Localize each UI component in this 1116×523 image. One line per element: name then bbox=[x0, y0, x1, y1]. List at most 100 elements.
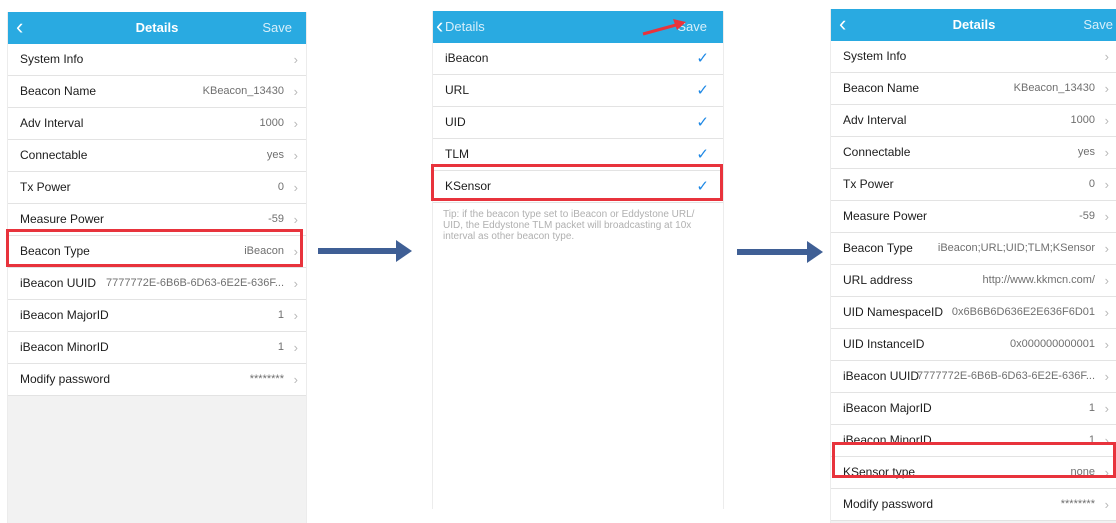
row-ibeacon-uuid[interactable]: iBeacon UUID 7777772E-6B6B-6D63-6E2E-636… bbox=[831, 361, 1116, 393]
left-settings-list: System Info › Beacon Name KBeacon_13430 … bbox=[8, 44, 306, 396]
row-value: 1 bbox=[1088, 402, 1095, 414]
row-label: Measure Power bbox=[843, 209, 928, 223]
row-beacon-name[interactable]: Beacon Name KBeacon_13430 › bbox=[8, 76, 306, 108]
row-label: iBeacon UUID bbox=[843, 369, 920, 383]
type-label: URL bbox=[445, 83, 470, 97]
type-label: UID bbox=[445, 115, 466, 129]
row-ibeacon-majorid[interactable]: iBeacon MajorID 1 › bbox=[831, 393, 1116, 425]
row-uid-instanceid[interactable]: UID InstanceID 0x000000000001 › bbox=[831, 329, 1116, 361]
row-chevron-icon: › bbox=[1104, 305, 1109, 320]
row-modify-password[interactable]: Modify password ******** › bbox=[831, 489, 1116, 521]
row-chevron-icon: › bbox=[293, 276, 298, 291]
row-chevron-icon: › bbox=[1104, 401, 1109, 416]
row-label: Tx Power bbox=[20, 180, 71, 194]
row-label: System Info bbox=[843, 49, 907, 63]
row-label: Tx Power bbox=[843, 177, 894, 191]
row-ibeacon-minorid[interactable]: iBeacon MinorID 1 › bbox=[8, 332, 306, 364]
row-label: URL address bbox=[843, 273, 913, 287]
row-label: Modify password bbox=[20, 372, 111, 386]
row-value: http://www.kkmcn.com/ bbox=[982, 274, 1095, 286]
row-adv-interval[interactable]: Adv Interval 1000 › bbox=[831, 105, 1116, 137]
type-label: iBeacon bbox=[445, 51, 489, 65]
ksensor-type-highlight bbox=[832, 442, 1116, 478]
row-tx-power[interactable]: Tx Power 0 › bbox=[8, 172, 306, 204]
type-option-url[interactable]: URL ✓ bbox=[433, 75, 723, 107]
row-value: 1 bbox=[277, 341, 284, 353]
beacon-type-tip: Tip: if the beacon type set to iBeacon o… bbox=[433, 203, 723, 242]
beacon-type-highlight bbox=[6, 229, 303, 267]
back-chevron-icon[interactable]: ‹ bbox=[436, 14, 443, 38]
row-label: iBeacon MinorID bbox=[20, 340, 109, 354]
row-chevron-icon: › bbox=[1104, 369, 1109, 384]
left-details-screen: ‹ Details Save System Info › Beacon Name… bbox=[7, 12, 307, 523]
row-value: 0x6B6B6D636E2E636F6D01 bbox=[951, 306, 1095, 318]
row-tx-power[interactable]: Tx Power 0 › bbox=[831, 169, 1116, 201]
row-beacon-type[interactable]: Beacon Type iBeacon;URL;UID;TLM;KSensor … bbox=[831, 233, 1116, 265]
right-save-button[interactable]: Save bbox=[1083, 17, 1113, 32]
row-uid-namespaceid[interactable]: UID NamespaceID 0x6B6B6D636E2E636F6D01 › bbox=[831, 297, 1116, 329]
row-adv-interval[interactable]: Adv Interval 1000 › bbox=[8, 108, 306, 140]
row-label: Beacon Type bbox=[843, 241, 913, 255]
beacon-type-screen: ‹ Details Save iBeacon ✓ URL ✓ UID ✓ TLM… bbox=[432, 11, 724, 509]
row-measure-power[interactable]: Measure Power -59 › bbox=[831, 201, 1116, 233]
row-chevron-icon: › bbox=[293, 148, 298, 163]
back-details-link[interactable]: Details bbox=[445, 19, 485, 34]
right-navbar: ‹ Details Save bbox=[831, 9, 1116, 41]
row-value: 0 bbox=[277, 181, 284, 193]
row-chevron-icon: › bbox=[1104, 145, 1109, 160]
row-chevron-icon: › bbox=[1104, 113, 1109, 128]
type-option-uid[interactable]: UID ✓ bbox=[433, 107, 723, 139]
row-chevron-icon: › bbox=[293, 340, 298, 355]
row-value: KBeacon_13430 bbox=[1013, 82, 1095, 94]
row-value: iBeacon;URL;UID;TLM;KSensor bbox=[937, 242, 1095, 254]
row-modify-password[interactable]: Modify password ******** › bbox=[8, 364, 306, 396]
row-value: 1000 bbox=[259, 117, 284, 129]
row-chevron-icon: › bbox=[1104, 497, 1109, 512]
left-navbar: ‹ Details Save bbox=[8, 12, 306, 44]
row-label: Adv Interval bbox=[20, 116, 84, 130]
row-chevron-icon: › bbox=[293, 308, 298, 323]
row-value: ******** bbox=[249, 373, 284, 385]
row-value: yes bbox=[1077, 146, 1095, 158]
row-chevron-icon: › bbox=[293, 116, 298, 131]
row-label: Connectable bbox=[843, 145, 911, 159]
row-label: Beacon Name bbox=[20, 84, 97, 98]
type-option-ibeacon[interactable]: iBeacon ✓ bbox=[433, 43, 723, 75]
checkmark-icon: ✓ bbox=[696, 50, 709, 67]
row-beacon-name[interactable]: Beacon Name KBeacon_13430 › bbox=[831, 73, 1116, 105]
row-ibeacon-majorid[interactable]: iBeacon MajorID 1 › bbox=[8, 300, 306, 332]
ksensor-highlight bbox=[431, 164, 723, 201]
row-label: iBeacon MajorID bbox=[20, 308, 109, 322]
row-chevron-icon: › bbox=[1104, 81, 1109, 96]
row-chevron-icon: › bbox=[1104, 177, 1109, 192]
row-label: UID InstanceID bbox=[843, 337, 925, 351]
row-url-address[interactable]: URL address http://www.kkmcn.com/ › bbox=[831, 265, 1116, 297]
right-page-title: Details bbox=[952, 17, 996, 32]
row-chevron-icon: › bbox=[293, 372, 298, 387]
row-system-info[interactable]: System Info › bbox=[831, 41, 1116, 73]
row-chevron-icon: › bbox=[1104, 337, 1109, 352]
row-value: yes bbox=[266, 149, 284, 161]
row-label: iBeacon MajorID bbox=[843, 401, 932, 415]
row-system-info[interactable]: System Info › bbox=[8, 44, 306, 76]
row-label: Connectable bbox=[20, 148, 88, 162]
row-ibeacon-uuid[interactable]: iBeacon UUID 7777772E-6B6B-6D63-6E2E-636… bbox=[8, 268, 306, 300]
row-value: KBeacon_13430 bbox=[202, 85, 284, 97]
row-connectable[interactable]: Connectable yes › bbox=[8, 140, 306, 172]
row-value: 1000 bbox=[1070, 114, 1095, 126]
row-connectable[interactable]: Connectable yes › bbox=[831, 137, 1116, 169]
checkmark-icon: ✓ bbox=[696, 82, 709, 99]
row-value: 0 bbox=[1088, 178, 1095, 190]
row-value: 0x000000000001 bbox=[1009, 338, 1095, 350]
row-label: UID NamespaceID bbox=[843, 305, 944, 319]
row-chevron-icon: › bbox=[1104, 273, 1109, 288]
annotation-arrow-icon bbox=[642, 19, 686, 36]
row-chevron-icon: › bbox=[293, 84, 298, 99]
row-chevron-icon: › bbox=[1104, 49, 1109, 64]
row-chevron-icon: › bbox=[1104, 241, 1109, 256]
row-chevron-icon: › bbox=[293, 52, 298, 67]
row-label: Beacon Name bbox=[843, 81, 920, 95]
row-value: -59 bbox=[1079, 210, 1095, 222]
left-save-button[interactable]: Save bbox=[262, 20, 292, 35]
row-value: ******** bbox=[1060, 498, 1095, 510]
